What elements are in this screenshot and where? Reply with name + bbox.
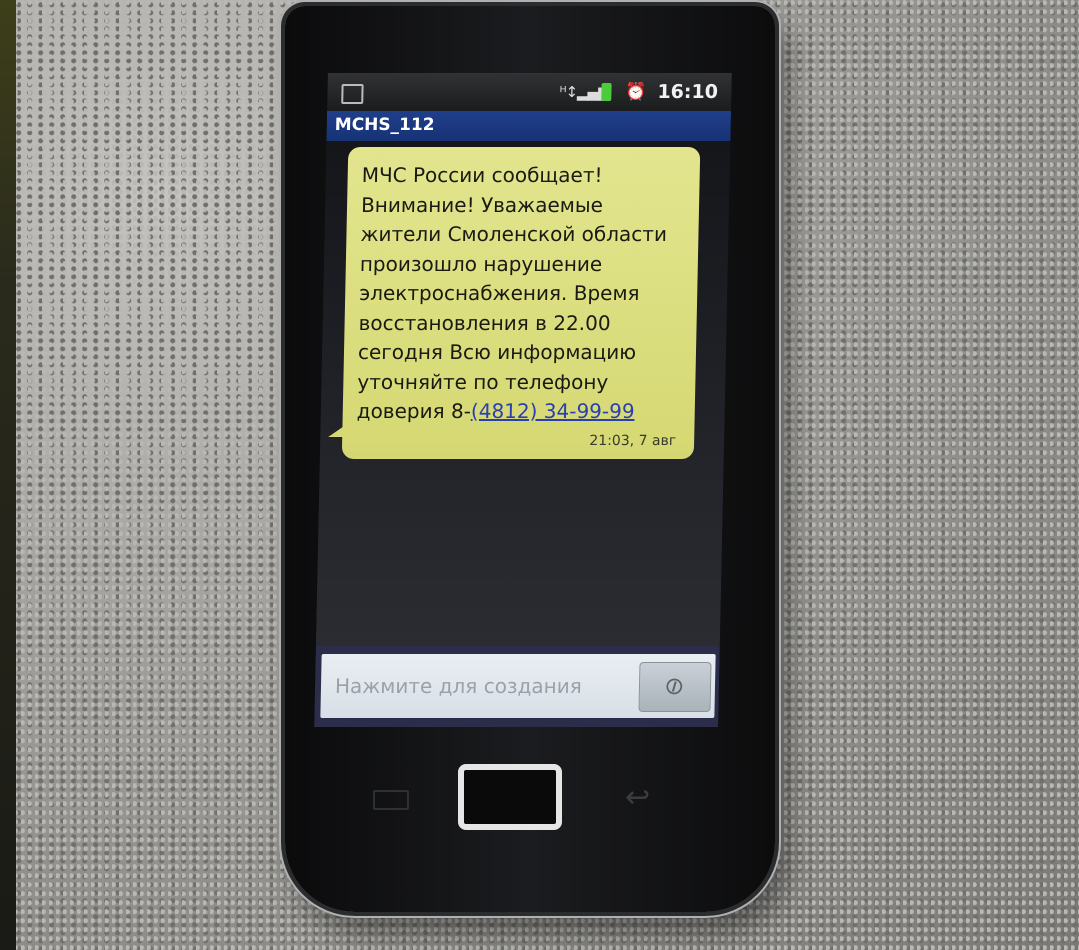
background-edge [0,0,16,950]
message-line: электроснабжения. Время [358,281,640,305]
message-line: уточняйте по телефону [357,369,609,394]
compose-bar: Нажмите для создания ⊘ [314,646,720,727]
back-key[interactable]: ↩ [625,780,650,815]
alarm-icon: ⏰ [625,82,647,102]
phone-screen: ᴴ↕▂▄▆ ⏰ 16:10 MCHS_112 МЧС России сообща… [314,73,732,727]
compose-placeholder: Нажмите для создания [334,674,583,698]
message-line: восстановления в 22.00 [358,310,611,335]
message-line: Внимание! Уважаемые [360,192,604,217]
home-button[interactable] [458,764,562,830]
message-line: сегодня Всю информацию [357,340,637,364]
message-line: жители Смоленской области [360,222,668,246]
phone-link[interactable]: (4812) 34-99-99 [471,399,635,423]
conversation-header: MCHS_112 [326,111,732,141]
message-timestamp: 21:03, 7 авг [589,433,677,449]
attach-button[interactable]: ⊘ [638,662,712,712]
message-line: МЧС России сообщает! [361,163,603,187]
message-thread[interactable]: МЧС России сообщает! Внимание! Уважаемые ж… [315,141,731,646]
message-line: доверия 8- [356,399,472,423]
compose-field[interactable]: Нажмите для создания ⊘ [320,654,716,718]
menu-key[interactable] [373,790,409,810]
phone: ᴴ↕▂▄▆ ⏰ 16:10 MCHS_112 МЧС России сообща… [285,6,775,912]
status-bar: ᴴ↕▂▄▆ ⏰ 16:10 [327,73,732,111]
sender-name: MCHS_112 [334,115,435,135]
message-bubble[interactable]: МЧС России сообщает! Внимание! Уважаемые ж… [341,147,701,459]
message-line: произошло нарушение [359,251,603,276]
paperclip-icon: ⊘ [658,668,690,704]
battery-icon [601,83,612,101]
image-icon [341,84,364,104]
message-text: МЧС России сообщает! Внимание! Уважаемые ж… [356,161,692,427]
status-time: 16:10 [657,81,719,103]
